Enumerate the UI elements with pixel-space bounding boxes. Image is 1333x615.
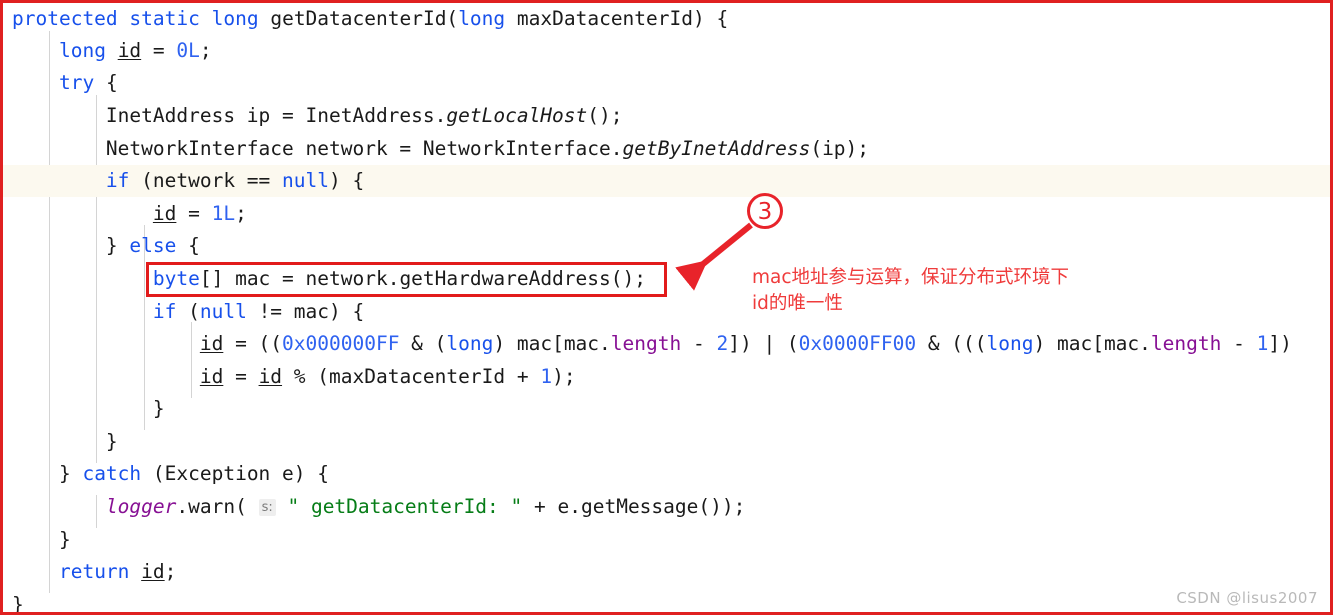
code-line-boxed[interactable]: byte[] mac = network.getHardwareAddress(… <box>3 263 1330 295</box>
code-line-text: long id = 0L; <box>58 39 212 62</box>
annotation-marker-3: 3 <box>747 193 783 229</box>
code-line-text: id = ((0x000000FF & (long) mac[mac.lengt… <box>199 332 1292 355</box>
code-line[interactable]: id = 1L; <box>3 198 1330 230</box>
code-line-text: protected static long getDatacenterId(lo… <box>12 7 729 30</box>
code-line-text: } catch (Exception e) { <box>12 462 329 485</box>
code-line-text: NetworkInterface network = NetworkInterf… <box>12 137 870 160</box>
code-line-text: } <box>12 593 24 612</box>
code-line[interactable]: } else { <box>3 230 1330 262</box>
code-editor[interactable]: protected static long getDatacenterId(lo… <box>3 3 1330 612</box>
code-line[interactable]: id = id % (maxDatacenterId + 1); <box>3 361 1330 393</box>
code-line[interactable]: } <box>3 524 1330 556</box>
watermark: CSDN @lisus2007 <box>1176 589 1318 607</box>
code-line-text: logger.warn( s: " getDatacenterId: " + e… <box>105 495 746 518</box>
code-line-text: if (null != mac) { <box>152 300 365 323</box>
code-line[interactable]: protected static long getDatacenterId(lo… <box>3 3 1330 35</box>
code-line[interactable]: NetworkInterface network = NetworkInterf… <box>3 133 1330 165</box>
code-line-text: } else { <box>12 234 200 257</box>
code-line-text: if (network == null) { <box>105 169 365 192</box>
parameter-hint: s: <box>258 499 276 516</box>
code-line[interactable]: InetAddress ip = InetAddress.getLocalHos… <box>3 100 1330 132</box>
code-line-text: id = id % (maxDatacenterId + 1); <box>199 365 576 388</box>
code-line-highlighted[interactable]: if (network == null) { <box>3 165 1330 198</box>
code-line[interactable]: return id; <box>3 556 1330 588</box>
code-line-text: byte[] mac = network.getHardwareAddress(… <box>152 267 646 290</box>
code-line[interactable]: id = ((0x000000FF & (long) mac[mac.lengt… <box>3 328 1330 360</box>
code-line-text: try { <box>58 71 118 94</box>
annotation-note: mac地址参与运算，保证分布式环境下 id的唯一性 <box>752 267 1070 314</box>
code-line[interactable]: } <box>3 589 1330 612</box>
code-line[interactable]: logger.warn( s: " getDatacenterId: " + e… <box>3 491 1330 523</box>
code-line[interactable]: try { <box>3 67 1330 99</box>
code-line[interactable]: long id = 0L; <box>3 35 1330 67</box>
code-line[interactable]: } <box>3 426 1330 458</box>
code-line-text: id = 1L; <box>152 202 247 225</box>
code-line-text: return id; <box>58 560 177 583</box>
code-line[interactable]: if (null != mac) { <box>3 296 1330 328</box>
code-line-text: InetAddress ip = InetAddress.getLocalHos… <box>12 104 623 127</box>
code-line-text: } <box>12 528 71 551</box>
screenshot-root: protected static long getDatacenterId(lo… <box>0 0 1333 615</box>
code-line-text: } <box>12 397 165 420</box>
code-line[interactable]: } <box>3 393 1330 425</box>
code-line-text: } <box>12 430 118 453</box>
code-line[interactable]: } catch (Exception e) { <box>3 458 1330 490</box>
